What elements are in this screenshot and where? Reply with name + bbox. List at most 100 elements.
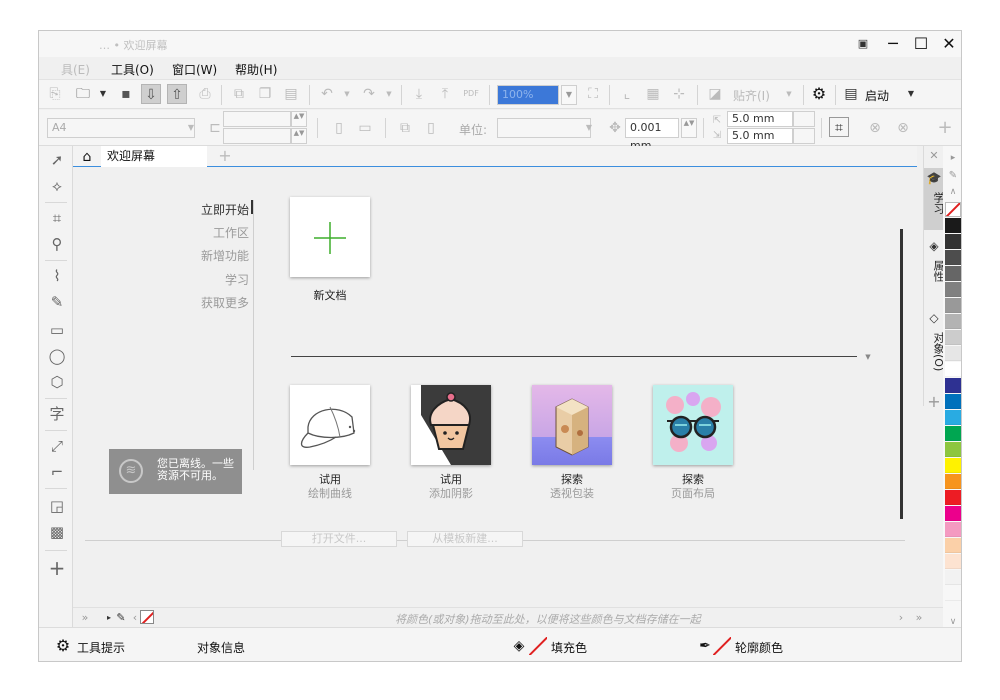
full-screen-icon[interactable]: ⛶ xyxy=(583,84,603,104)
nudge-distance-field[interactable]: 0.001 mm xyxy=(625,118,679,152)
all-pages-icon[interactable]: ⧉ xyxy=(395,118,415,138)
palette-swatch[interactable] xyxy=(945,250,961,265)
card-perspective-packaging-subtitle[interactable]: 透视包装 xyxy=(512,485,632,501)
launch-dropdown-icon[interactable]: ▼ xyxy=(901,84,921,104)
duplicate-y-unit[interactable] xyxy=(793,128,815,144)
undo-dropdown-icon[interactable]: ▼ xyxy=(337,84,357,104)
palette-swatch[interactable] xyxy=(945,538,961,553)
palette-swatch[interactable] xyxy=(945,458,961,473)
zoom-tool-icon[interactable]: ⚲ xyxy=(47,234,67,254)
page-width-spinner[interactable]: ▲▼ xyxy=(291,111,307,127)
tool-hints-label[interactable]: 工具提示 xyxy=(77,639,125,656)
page-width-field[interactable] xyxy=(223,111,291,127)
palette-swatch[interactable] xyxy=(945,522,961,537)
home-icon[interactable]: ⌂ xyxy=(77,147,97,167)
nav-learn[interactable]: 学习 xyxy=(225,271,249,288)
no-color-swatch[interactable] xyxy=(140,610,154,624)
docker-tab-learn[interactable]: 🎓 学习 xyxy=(924,168,945,230)
palette-swatch[interactable] xyxy=(945,570,961,585)
section-expand-icon[interactable]: ▼ xyxy=(858,347,878,367)
card-perspective-packaging[interactable] xyxy=(532,385,612,465)
paste-icon[interactable]: ▤ xyxy=(281,84,301,104)
ellipse-tool-icon[interactable]: ◯ xyxy=(47,346,67,366)
zoom-dropdown-icon[interactable]: ▼ xyxy=(561,85,577,105)
cut-icon[interactable]: ⧉ xyxy=(229,84,249,104)
fill-none-swatch[interactable] xyxy=(529,637,547,655)
portrait-icon[interactable]: ▯ xyxy=(329,118,349,138)
save-icon[interactable]: ▪ xyxy=(116,84,136,104)
palette-swatch[interactable] xyxy=(945,362,961,377)
palette-scroll-up-icon[interactable]: ▸ xyxy=(943,148,961,168)
page-size-dropdown-icon[interactable]: ▼ xyxy=(181,118,201,138)
color-bar-more-icon[interactable]: » xyxy=(909,608,929,628)
units-select[interactable] xyxy=(497,118,591,138)
palette-swatch[interactable] xyxy=(945,234,961,249)
redo-icon[interactable]: ↷ xyxy=(359,84,379,104)
freehand-tool-icon[interactable]: ⌇ xyxy=(47,266,67,286)
units-dropdown-icon[interactable]: ▼ xyxy=(579,118,599,138)
zoom-level-field[interactable]: 100% xyxy=(497,85,559,105)
palette-swatch[interactable] xyxy=(945,490,961,505)
screen-icon[interactable]: ▣ xyxy=(853,34,873,54)
welcome-scrollbar[interactable] xyxy=(900,229,903,519)
snap-dropdown-icon[interactable]: ▼ xyxy=(779,84,799,104)
snap-to-label[interactable]: 贴齐(I) xyxy=(733,87,770,104)
launch-label[interactable]: 启动 xyxy=(865,87,889,104)
open-dropdown-icon[interactable]: ▼ xyxy=(93,84,113,104)
crop-tool-icon[interactable]: ⌗ xyxy=(47,208,67,228)
card-add-shadow-subtitle[interactable]: 添加阴影 xyxy=(391,485,511,501)
card-add-shadow[interactable] xyxy=(411,385,491,465)
menu-tools[interactable]: 工具(O) xyxy=(111,61,154,78)
add-preset-icon[interactable]: + xyxy=(935,118,955,138)
polygon-tool-icon[interactable]: ⬡ xyxy=(47,372,67,392)
object-info-label[interactable]: 对象信息 xyxy=(197,639,245,656)
palette-swatch[interactable] xyxy=(945,346,961,361)
nav-whats-new[interactable]: 新增功能 xyxy=(201,247,249,264)
palette-swatch[interactable] xyxy=(945,506,961,521)
snap-icon[interactable]: ◪ xyxy=(705,84,725,104)
palette-swatch[interactable] xyxy=(945,378,961,393)
tab-welcome[interactable]: 欢迎屏幕 xyxy=(101,146,207,167)
nav-get-started[interactable]: 立即开始 xyxy=(201,201,249,218)
minimize-button[interactable]: ─ xyxy=(879,33,907,55)
duplicate-x-unit[interactable] xyxy=(793,111,815,127)
open-folder-icon[interactable]: 🗀 xyxy=(73,84,93,104)
palette-swatch[interactable] xyxy=(945,330,961,345)
print-icon[interactable]: ⎙ xyxy=(195,84,215,104)
new-document-label[interactable]: 新文档 xyxy=(270,287,390,303)
palette-swatch[interactable] xyxy=(945,298,961,313)
transparency-tool-icon[interactable]: ▩ xyxy=(47,522,67,542)
card-page-layout-subtitle[interactable]: 页面布局 xyxy=(633,485,753,501)
color-bar-expand-icon[interactable]: » xyxy=(75,608,95,628)
close-button[interactable]: ✕ xyxy=(935,33,961,55)
shape-tool-icon[interactable]: ⟡ xyxy=(47,176,67,196)
cloud-upload-icon[interactable]: ⇧ xyxy=(167,84,187,104)
dimension-tool-icon[interactable]: ⤢ xyxy=(47,436,67,456)
pick-tool-icon[interactable]: ➚ xyxy=(47,150,67,170)
redo-dropdown-icon[interactable]: ▼ xyxy=(379,84,399,104)
options-gear-icon[interactable]: ⚙ xyxy=(809,84,829,104)
docker-tab-objects[interactable]: ◇ 对象(O) xyxy=(924,308,945,388)
drop-shadow-tool-icon[interactable]: ◲ xyxy=(47,496,67,516)
show-bleed-icon[interactable]: ⊗ xyxy=(893,118,913,138)
rulers-icon[interactable]: ⌞ xyxy=(617,84,637,104)
page-height-spinner[interactable]: ▲▼ xyxy=(291,128,307,144)
menu-window[interactable]: 窗口(W) xyxy=(172,61,217,78)
palette-up-icon[interactable]: ∧ xyxy=(943,182,961,202)
guidelines-icon[interactable]: ⊹ xyxy=(669,84,689,104)
card-page-layout[interactable] xyxy=(653,385,733,465)
new-tab-icon[interactable]: + xyxy=(215,146,235,166)
palette-swatch[interactable] xyxy=(945,266,961,281)
outline-color-label[interactable]: 轮廓颜色 xyxy=(735,639,783,656)
treat-as-filled-icon[interactable]: ⊗ xyxy=(865,118,885,138)
palette-swatch[interactable] xyxy=(945,218,961,233)
fill-color-label[interactable]: 填充色 xyxy=(551,639,587,656)
outline-none-swatch[interactable] xyxy=(713,637,731,655)
nav-workspace[interactable]: 工作区 xyxy=(213,224,249,241)
page-border-icon[interactable]: ⌗ xyxy=(829,117,849,137)
publish-pdf-icon[interactable]: PDF xyxy=(461,84,481,104)
page-size-select[interactable]: A4 xyxy=(47,118,195,138)
palette-swatch[interactable] xyxy=(945,426,961,441)
palette-swatch[interactable] xyxy=(945,410,961,425)
artistic-media-tool-icon[interactable]: ✎ xyxy=(47,292,67,312)
